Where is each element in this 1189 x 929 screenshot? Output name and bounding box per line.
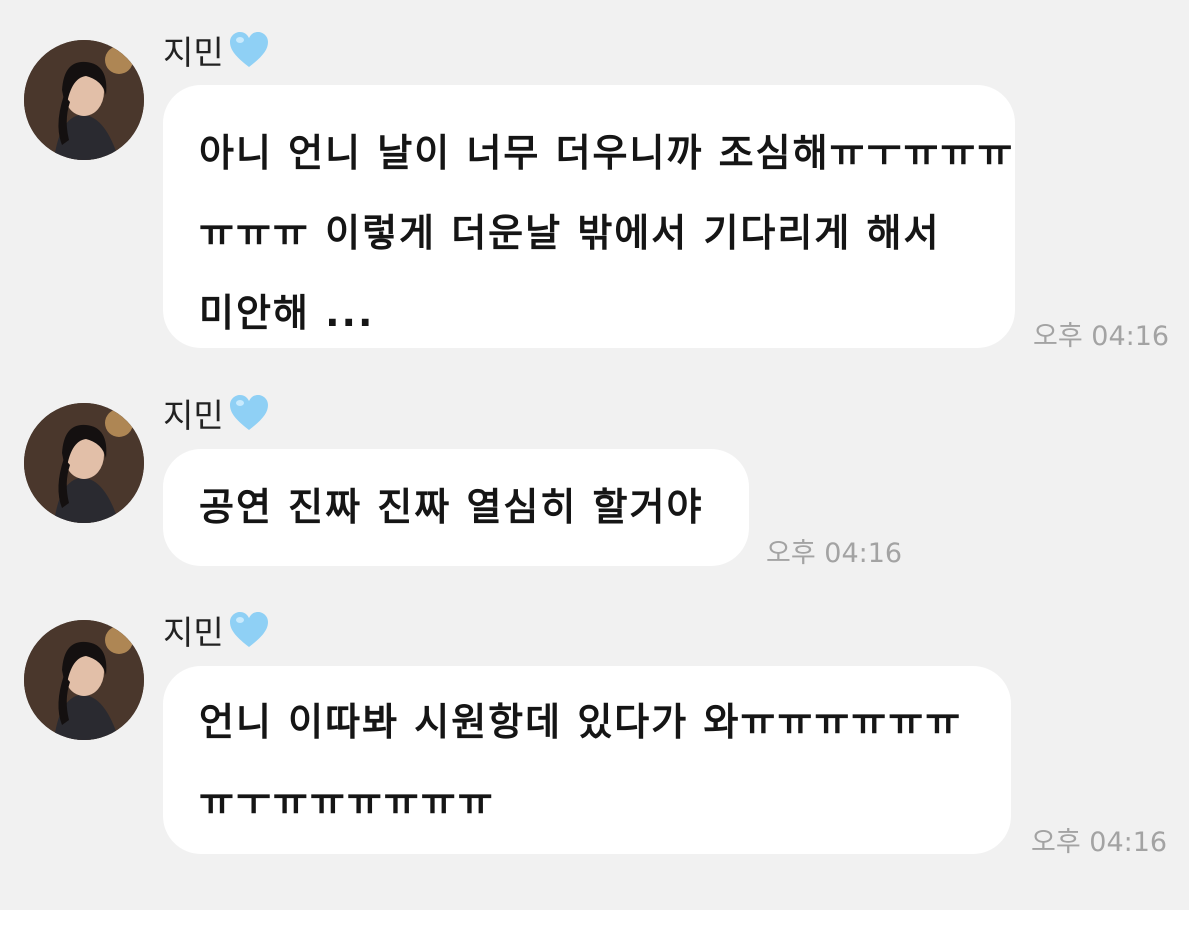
sender-name: 지민 xyxy=(163,28,270,72)
message-bubble[interactable]: 언니 이따봐 시원항데 있다가 와ㅠㅠㅠㅠㅠㅠ ㅠㅜㅠㅠㅠㅠㅠㅠ xyxy=(163,666,1011,854)
sender-name-text: 지민 xyxy=(163,613,224,652)
sender-name-text: 지민 xyxy=(163,33,224,72)
message-line: ㅠㅠㅠ 이렇게 더운날 밖에서 기다리게 해서 xyxy=(199,211,941,255)
message-bubble[interactable]: 아니 언니 날이 너무 더우니까 조심해ㅠㅜㅠㅠㅠ ㅠㅠㅠ 이렇게 더운날 밖에… xyxy=(163,85,1015,348)
heart-icon xyxy=(229,395,268,430)
message-line: 미안해 ... xyxy=(199,291,375,335)
message-line: ㅠㅜㅠㅠㅠㅠㅠㅠ xyxy=(199,780,495,824)
avatar[interactable] xyxy=(24,403,144,523)
message-bubble[interactable]: 공연 진짜 진짜 열심히 할거야 xyxy=(163,449,749,566)
message-line: 공연 진짜 진짜 열심히 할거야 xyxy=(199,485,704,529)
sender-name-text: 지민 xyxy=(163,396,224,435)
profile-photo-icon xyxy=(24,620,144,740)
bottom-input-area xyxy=(0,910,1189,929)
heart-icon xyxy=(229,612,268,647)
message-timestamp: 오후 04:16 xyxy=(766,538,903,569)
avatar[interactable] xyxy=(24,40,144,160)
message-timestamp: 오후 04:16 xyxy=(1031,827,1168,858)
avatar[interactable] xyxy=(24,620,144,740)
message-timestamp: 오후 04:16 xyxy=(1033,321,1170,352)
message-line: 언니 이따봐 시원항데 있다가 와ㅠㅠㅠㅠㅠㅠ xyxy=(199,700,963,744)
message-line: 아니 언니 날이 너무 더우니까 조심해ㅠㅜㅠㅠㅠ xyxy=(199,131,1015,175)
profile-photo-icon xyxy=(24,40,144,160)
profile-photo-icon xyxy=(24,403,144,523)
heart-icon xyxy=(229,32,268,67)
sender-name: 지민 xyxy=(163,391,270,435)
sender-name: 지민 xyxy=(163,608,270,652)
